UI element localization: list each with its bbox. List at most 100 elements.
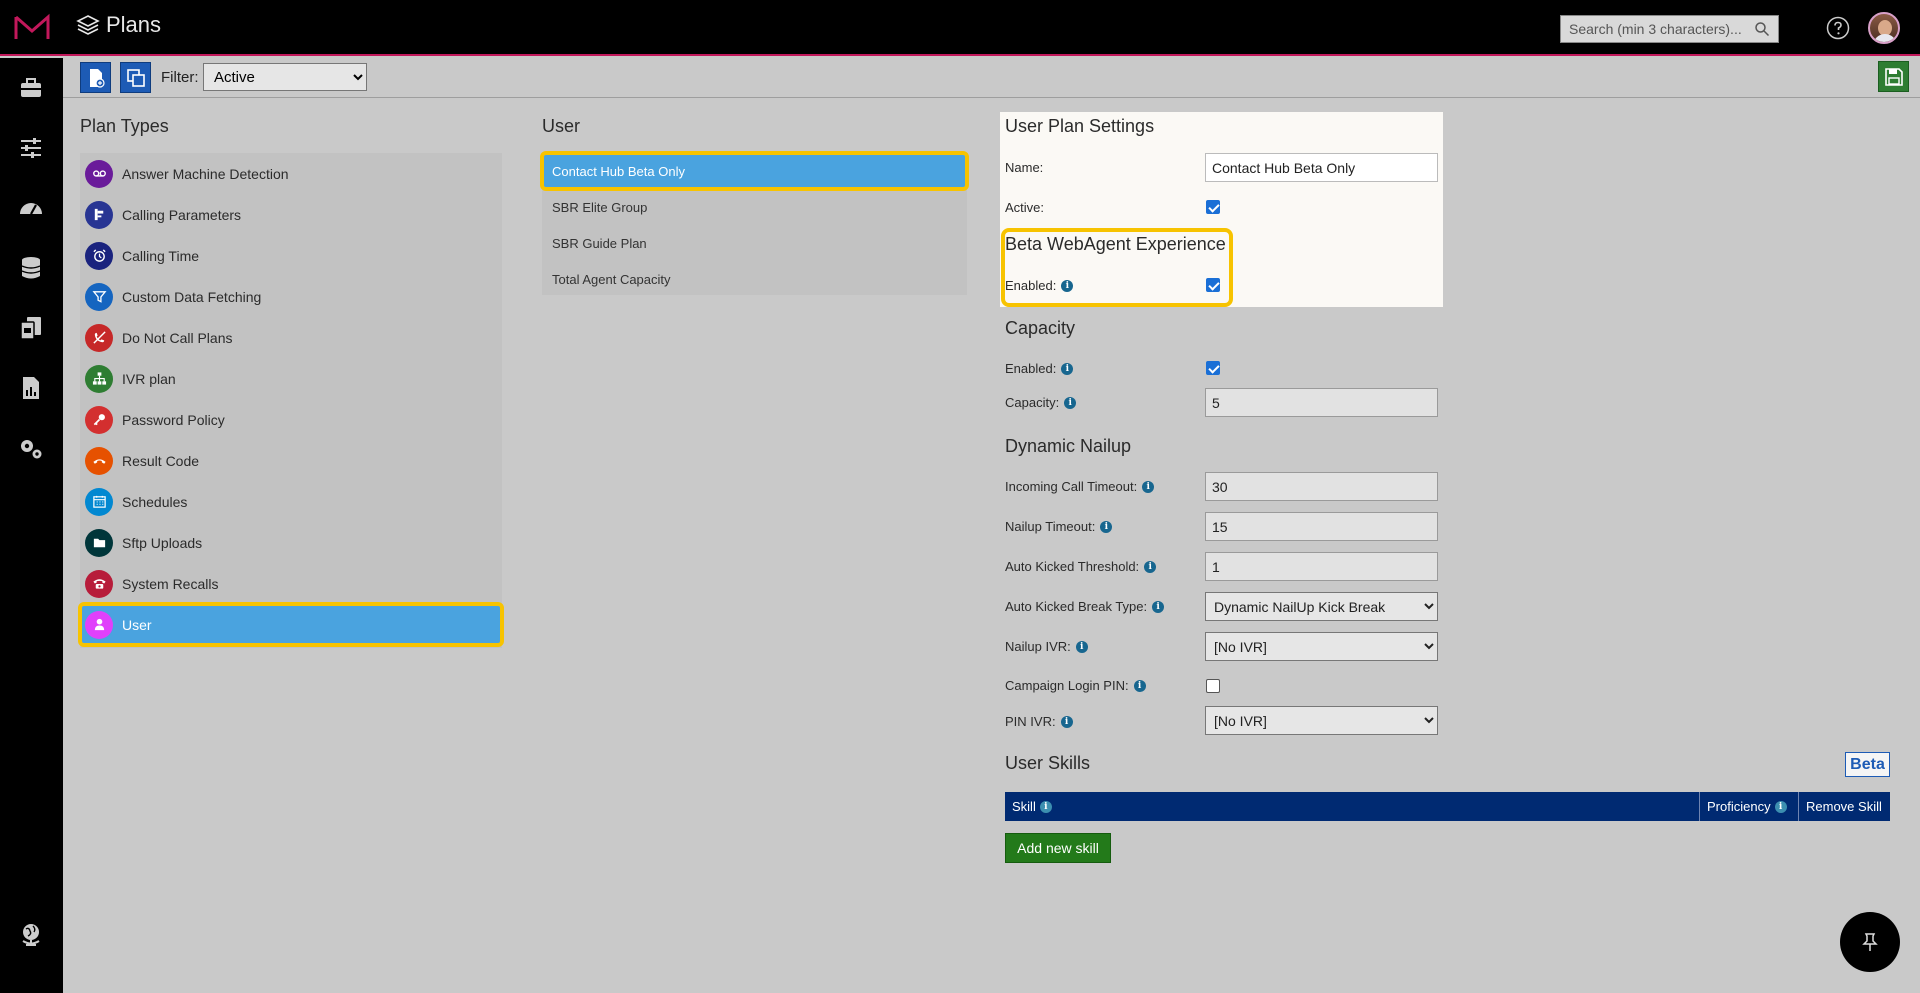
plan-type-do-not-call-plans[interactable]: Do Not Call Plans [80, 317, 502, 358]
pin-ivr-label: PIN IVR: i [1005, 714, 1073, 729]
filter-label: Filter: [161, 69, 199, 86]
info-icon[interactable]: i [1061, 362, 1074, 375]
brand-logo-icon[interactable] [14, 13, 50, 41]
info-icon[interactable]: i [1075, 640, 1088, 653]
info-icon[interactable]: i [1144, 560, 1157, 573]
avatar[interactable] [1868, 12, 1900, 44]
phone-slash-icon [85, 323, 113, 352]
capacity-enabled-checkbox[interactable] [1206, 361, 1220, 375]
database-icon[interactable] [16, 254, 46, 282]
plan-type-custom-data-fetching[interactable]: Custom Data Fetching [80, 276, 502, 317]
plan-type-label: Sftp Uploads [122, 534, 203, 551]
plan-type-result-code[interactable]: Result Code [80, 440, 502, 481]
plan-type-label: Schedules [122, 493, 188, 510]
plan-type-calling-parameters[interactable]: Calling Parameters [80, 194, 502, 235]
plan-type-label: User [122, 616, 152, 633]
plan-type-label: Calling Parameters [122, 206, 242, 223]
briefcase-icon[interactable] [16, 74, 46, 102]
info-icon[interactable]: i [1100, 520, 1113, 533]
voicemail-icon [85, 159, 113, 188]
nailup-timeout-input[interactable] [1205, 512, 1438, 541]
plan-type-system-recalls[interactable]: System Recalls [80, 563, 502, 604]
pin-ivr-select[interactable]: [No IVR] [1205, 706, 1438, 735]
incoming-call-timeout-input[interactable] [1205, 472, 1438, 501]
pin-button[interactable] [1840, 912, 1900, 972]
name-label: Name: [1005, 160, 1044, 175]
plan-type-label: Result Code [122, 452, 200, 469]
report-icon[interactable] [16, 374, 46, 402]
info-icon[interactable]: i [1061, 279, 1074, 292]
user-skills-title: User Skills [1005, 753, 1091, 773]
folder-icon [85, 528, 113, 557]
save-icon [1884, 67, 1903, 86]
auto-kicked-break-type-label: Auto Kicked Break Type: i [1005, 599, 1165, 614]
skills-table-header: Skill i Proficiency i Remove Skill [1005, 792, 1890, 821]
plan-type-label: IVR plan [122, 370, 176, 387]
plan-type-label: Password Policy [122, 411, 225, 428]
plan-type-ivr-plan[interactable]: IVR plan [80, 358, 502, 399]
info-icon[interactable]: i [1039, 800, 1052, 813]
user-plan-item[interactable]: SBR Elite Group [542, 189, 967, 225]
skill-column-header[interactable]: Skill i [1005, 792, 1699, 821]
capacity-title: Capacity [1005, 318, 1076, 338]
sliders-icon [85, 200, 113, 229]
auto-kicked-break-type-select[interactable]: Dynamic NailUp Kick Break [1205, 592, 1438, 621]
info-icon[interactable]: i [1064, 396, 1077, 409]
plan-type-sftp-uploads[interactable]: Sftp Uploads [80, 522, 502, 563]
search-placeholder: Search (min 3 characters)... [1569, 21, 1742, 37]
capacity-input[interactable] [1205, 388, 1438, 417]
add-new-skill-button[interactable]: Add new skill [1005, 833, 1111, 863]
user-plan-item[interactable]: Total Agent Capacity [542, 261, 967, 297]
plan-types-title: Plan Types [80, 116, 169, 136]
settings-sliders-icon[interactable] [16, 134, 46, 162]
user-plan-item[interactable]: Contact Hub Beta Only [540, 151, 969, 191]
search-input[interactable]: Search (min 3 characters)... [1560, 15, 1779, 43]
alarm-clock-icon [85, 241, 113, 270]
new-file-icon [89, 68, 105, 88]
active-label: Active: [1005, 200, 1045, 215]
plan-type-password-policy[interactable]: Password Policy [80, 399, 502, 440]
name-input[interactable] [1205, 153, 1438, 182]
user-plans-title: User [542, 116, 581, 136]
capacity-label: Capacity: i [1005, 395, 1077, 410]
top-bar: Plans Search (min 3 characters)... [0, 0, 1920, 56]
beta-webagent-title: Beta WebAgent Experience [1005, 234, 1226, 254]
beta-enabled-checkbox[interactable] [1206, 278, 1220, 292]
info-icon[interactable]: i [1774, 800, 1787, 813]
plan-type-label: System Recalls [122, 575, 219, 592]
beta-badge: Beta [1845, 752, 1890, 777]
globe-icon[interactable] [16, 920, 46, 948]
nailup-ivr-select[interactable]: [No IVR] [1205, 632, 1438, 661]
plan-type-calling-time[interactable]: Calling Time [80, 235, 502, 276]
beta-enabled-label: Enabled: i [1005, 278, 1074, 293]
campaign-login-pin-checkbox[interactable] [1206, 679, 1220, 693]
new-plan-button[interactable] [80, 62, 111, 93]
plan-type-label: Answer Machine Detection [122, 165, 289, 182]
plan-type-answer-machine-detection[interactable]: Answer Machine Detection [80, 153, 502, 194]
save-button[interactable] [1878, 61, 1909, 92]
plan-type-label: Calling Time [122, 247, 200, 264]
auto-kicked-threshold-input[interactable] [1205, 552, 1438, 581]
info-icon[interactable]: i [1060, 715, 1073, 728]
info-icon[interactable]: i [1142, 480, 1155, 493]
help-icon[interactable] [1826, 16, 1850, 40]
files-icon[interactable] [16, 314, 46, 342]
filter-select[interactable]: Active [203, 63, 367, 91]
user-icon [85, 610, 113, 639]
plan-type-user[interactable]: User [78, 602, 504, 647]
search-icon[interactable] [1754, 21, 1770, 37]
plan-type-schedules[interactable]: Schedules [80, 481, 502, 522]
user-plan-item[interactable]: SBR Guide Plan [542, 225, 967, 261]
copy-plan-button[interactable] [120, 62, 151, 93]
remove-skill-column-header: Remove Skill [1798, 792, 1890, 821]
proficiency-column-header[interactable]: Proficiency i [1699, 792, 1798, 821]
plan-types-list: Answer Machine Detection Calling Paramet… [78, 153, 504, 648]
info-icon[interactable]: i [1152, 600, 1165, 613]
user-plan-list: Contact Hub Beta Only SBR Elite Group SB… [540, 151, 969, 297]
active-checkbox[interactable] [1206, 200, 1220, 214]
info-icon[interactable]: i [1133, 679, 1146, 692]
toolbar: Filter: Active [63, 58, 1920, 98]
cogs-icon[interactable] [16, 434, 46, 462]
dashboard-gauge-icon[interactable] [16, 194, 46, 222]
filter-icon [85, 282, 113, 311]
